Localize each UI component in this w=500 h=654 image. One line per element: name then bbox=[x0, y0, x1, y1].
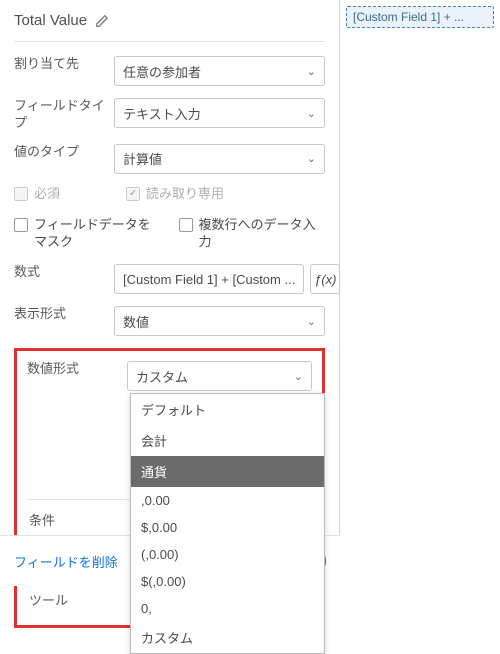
chevron-down-icon: ⌄ bbox=[307, 152, 316, 165]
valuetype-value: 計算値 bbox=[123, 149, 162, 168]
mask-checkbox[interactable] bbox=[14, 218, 28, 232]
formula-input[interactable]: [Custom Field 1] + [Custom ... bbox=[114, 264, 304, 294]
dropdown-option[interactable]: カスタム bbox=[131, 622, 324, 653]
readonly-checkbox: ✓ bbox=[126, 187, 140, 201]
field-chip-label: [Custom Field 1] + ... bbox=[353, 10, 464, 24]
fx-button[interactable]: ƒ(x) bbox=[310, 264, 340, 294]
mask-label: フィールドデータをマスク bbox=[34, 217, 161, 251]
multiline-label: 複数行へのデータ入力 bbox=[199, 217, 326, 251]
fx-icon: ƒ(x) bbox=[314, 272, 336, 287]
numberformat-dropdown: デフォルト会計通貨,0.00$,0.00(,0.00)$(,0.00)0,カスタ… bbox=[130, 393, 325, 654]
displayformat-value: 数値 bbox=[123, 312, 149, 331]
numberformat-select[interactable]: カスタム ⌄ bbox=[127, 361, 312, 391]
chevron-down-icon: ⌄ bbox=[307, 315, 316, 328]
delete-field-link[interactable]: フィールドを削除 bbox=[14, 552, 118, 571]
fieldtype-select[interactable]: テキスト入力 ⌄ bbox=[114, 98, 325, 128]
required-checkbox bbox=[14, 187, 28, 201]
highlight-region: 数値形式 カスタム ⌄ デフォルト会計通貨,0.00$,0.00(,0.00)$… bbox=[14, 348, 325, 628]
numberformat-label: 数値形式 bbox=[27, 361, 119, 378]
numberformat-value: カスタム bbox=[136, 367, 188, 386]
chevron-down-icon: ⌄ bbox=[294, 370, 303, 383]
valuetype-select[interactable]: 計算値 ⌄ bbox=[114, 144, 325, 174]
canvas-area: [Custom Field 1] + ... bbox=[340, 0, 500, 586]
fieldtype-label: フィールドタイプ bbox=[14, 98, 106, 132]
dropdown-option[interactable]: 通貨 bbox=[131, 456, 324, 487]
dropdown-option[interactable]: 会計 bbox=[131, 425, 324, 456]
dropdown-option[interactable]: $(,0.00) bbox=[131, 568, 324, 595]
panel-header: Total Value bbox=[14, 12, 325, 42]
header-title: Total Value bbox=[14, 12, 87, 29]
chevron-down-icon: ⌄ bbox=[307, 107, 316, 120]
required-label: 必須 bbox=[34, 186, 60, 203]
readonly-label: 読み取り専用 bbox=[146, 186, 224, 203]
formula-value: [Custom Field 1] + [Custom ... bbox=[123, 272, 295, 287]
dropdown-option[interactable]: デフォルト bbox=[131, 394, 324, 425]
valuetype-label: 値のタイプ bbox=[14, 144, 106, 161]
chevron-down-icon: ⌄ bbox=[307, 65, 316, 78]
properties-panel: Total Value 割り当て先 任意の参加者 ⌄ フィールドタイプ テキスト… bbox=[0, 0, 340, 586]
dropdown-option[interactable]: ,0.00 bbox=[131, 487, 324, 514]
dropdown-option[interactable]: 0, bbox=[131, 595, 324, 622]
fieldtype-value: テキスト入力 bbox=[123, 104, 201, 123]
multiline-checkbox[interactable] bbox=[179, 218, 193, 232]
field-chip[interactable]: [Custom Field 1] + ... bbox=[346, 6, 494, 28]
formula-label: 数式 bbox=[14, 264, 106, 281]
displayformat-select[interactable]: 数値 ⌄ bbox=[114, 306, 325, 336]
displayformat-label: 表示形式 bbox=[14, 306, 106, 323]
assignee-select[interactable]: 任意の参加者 ⌄ bbox=[114, 56, 325, 86]
assignee-value: 任意の参加者 bbox=[123, 62, 201, 81]
assignee-label: 割り当て先 bbox=[14, 56, 106, 73]
dropdown-option[interactable]: (,0.00) bbox=[131, 541, 324, 568]
edit-icon[interactable] bbox=[95, 14, 109, 28]
dropdown-option[interactable]: $,0.00 bbox=[131, 514, 324, 541]
